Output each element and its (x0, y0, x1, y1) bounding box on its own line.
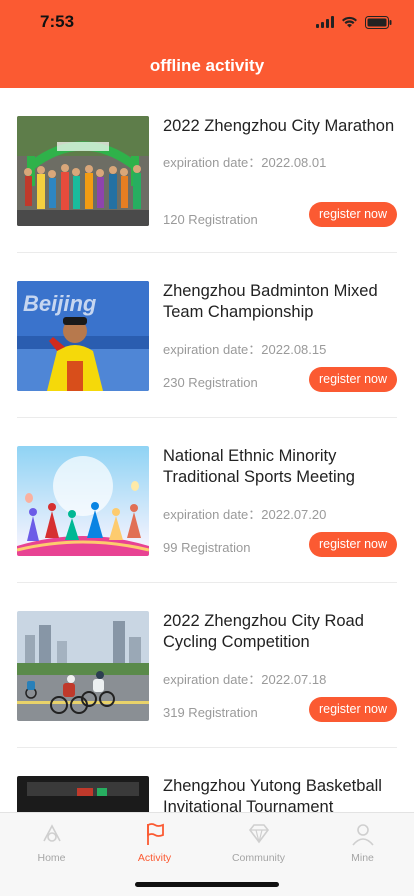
tab-home[interactable]: Home (0, 821, 103, 864)
sports-silhouettes-image (17, 446, 149, 556)
page-title: offline activity (149, 56, 265, 75)
basketball-photo[interactable] (17, 776, 149, 812)
status-icons (316, 14, 392, 30)
register-now-button[interactable]: register now (309, 367, 397, 392)
activity-card[interactable]: National Ethnic Minority Traditional Spo… (17, 418, 397, 583)
battery-icon (365, 15, 392, 29)
tab-community[interactable]: Community (207, 821, 310, 864)
registration-count: 230 Registration (163, 375, 258, 390)
svg-text:Beijing: Beijing (23, 291, 97, 316)
activity-card[interactable]: Beijing Zhengzhou Badminton Mixed Team C… (17, 253, 397, 418)
nav-header: 7:53 offline activity (0, 0, 414, 88)
status-time: 7:53 (40, 12, 75, 31)
home-indicator (135, 882, 279, 887)
activity-title[interactable]: National Ethnic Minority Traditional Spo… (163, 446, 403, 488)
expiration-date: expiration date：2022.08.15 (163, 342, 327, 357)
expiration-date: expiration date：2022.07.18 (163, 672, 327, 687)
flag-icon (146, 823, 164, 845)
register-now-button[interactable]: register now (309, 532, 397, 557)
status-bar: 7:53 (0, 0, 414, 44)
expiration-date: expiration date：2022.08.01 (163, 155, 327, 170)
marathon-photo[interactable] (17, 116, 149, 226)
tab-community-label: Community (231, 852, 286, 864)
activity-title[interactable]: 2022 Zhengzhou City Marathon (163, 116, 403, 137)
registration-count: 120 Registration (163, 212, 258, 227)
tab-mine[interactable]: Mine (311, 821, 414, 864)
registration-count: 319 Registration (163, 705, 258, 720)
activity-list[interactable]: 2022 Zhengzhou City Marathon expiration … (0, 88, 414, 812)
signal-icon (316, 16, 334, 28)
activity-title[interactable]: 2022 Zhengzhou City Road Cycling Competi… (163, 611, 403, 653)
basketball-photo-image (17, 776, 149, 812)
activity-card[interactable]: 2022 Zhengzhou City Road Cycling Competi… (17, 583, 397, 748)
registration-count: 99 Registration (163, 540, 251, 555)
home-icon (42, 824, 61, 842)
tab-activity-label: Activity (137, 852, 172, 864)
cycling-photo[interactable] (17, 611, 149, 721)
wifi-icon (342, 16, 357, 28)
person-icon (351, 824, 374, 846)
activity-title[interactable]: Zhengzhou Badminton Mixed Team Champions… (163, 281, 403, 323)
activity-card[interactable]: 2022 Zhengzhou City Marathon expiration … (17, 88, 397, 253)
tab-home-label: Home (37, 852, 66, 864)
register-now-button[interactable]: register now (309, 697, 397, 722)
activity-title[interactable]: Zhengzhou Yutong Basketball Invitational… (163, 776, 403, 812)
register-now-button[interactable]: register now (309, 202, 397, 227)
expiration-date: expiration date：2022.07.20 (163, 507, 327, 522)
marathon-photo-image (17, 116, 149, 226)
diamond-icon (248, 824, 269, 844)
badminton-photo-image: Beijing (17, 281, 149, 391)
badminton-photo[interactable]: Beijing (17, 281, 149, 391)
sports-silhouettes-photo[interactable] (17, 446, 149, 556)
tab-mine-label: Mine (351, 852, 374, 864)
activity-card[interactable]: Zhengzhou Yutong Basketball Invitational… (17, 748, 397, 812)
cycling-photo-image (17, 611, 149, 721)
tab-activity[interactable]: Activity (103, 821, 206, 864)
